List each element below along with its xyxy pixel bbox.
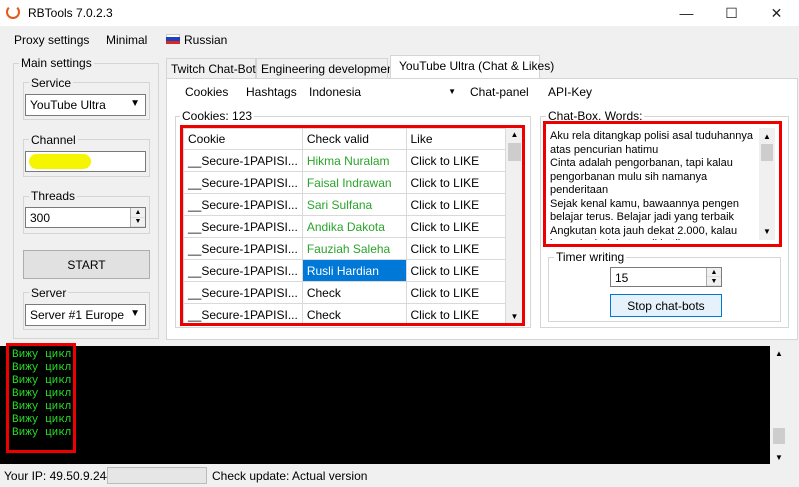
scroll-thumb[interactable] <box>773 428 785 444</box>
country-value: Indonesia <box>309 85 362 99</box>
chevron-down-icon: ▼ <box>448 87 456 96</box>
subtab-api-key[interactable]: API-Key <box>548 85 592 99</box>
subtab-hashtags[interactable]: Hashtags <box>246 85 297 99</box>
stop-chat-bots-button[interactable]: Stop chat-bots <box>610 294 722 317</box>
minimize-button[interactable]: — <box>664 0 709 26</box>
menu-language[interactable]: Russian <box>184 33 227 47</box>
menu-bar: Proxy settings Minimal Russian <box>0 28 799 52</box>
service-value: YouTube Ultra <box>30 98 106 112</box>
threads-spinner[interactable]: ▲ ▼ <box>130 208 145 227</box>
chevron-down-icon: ▼ <box>130 98 140 109</box>
cookies-highlight-box <box>180 125 525 326</box>
spin-up-icon[interactable]: ▲ <box>707 268 721 277</box>
scroll-up-icon[interactable]: ▲ <box>770 349 788 358</box>
subtab-chat-panel[interactable]: Chat-panel <box>470 85 529 99</box>
status-progress-bar <box>107 467 207 484</box>
status-bar: Your IP: 49.50.9.244 Check update: Actua… <box>0 465 799 487</box>
tab-youtube-ultra[interactable]: YouTube Ultra (Chat & Likes) <box>390 55 554 78</box>
console-output: Вижу цикл Вижу цикл Вижу цикл Вижу цикл Вижу… <box>0 346 788 464</box>
tab-engineering-development[interactable]: Engineering development <box>256 58 397 78</box>
threads-input[interactable]: 300 ▲ ▼ <box>25 207 146 228</box>
service-select[interactable]: YouTube Ultra ▼ <box>25 94 146 116</box>
cookies-title: Cookies: 123 <box>180 109 255 123</box>
chatbox-highlight-box <box>543 121 782 247</box>
timer-spinner[interactable]: ▲ ▼ <box>706 268 721 286</box>
channel-input[interactable] <box>25 151 146 172</box>
server-label: Server <box>29 286 69 300</box>
spin-up-icon[interactable]: ▲ <box>131 208 145 218</box>
russian-flag-icon <box>166 34 180 44</box>
chevron-down-icon: ▼ <box>130 308 140 319</box>
console-highlight-box <box>6 343 76 453</box>
service-label: Service <box>29 76 74 90</box>
server-value: Server #1 Europe <box>30 308 125 322</box>
subtab-cookies[interactable]: Cookies <box>185 85 228 99</box>
app-logo-icon <box>6 5 20 19</box>
channel-redaction-mark <box>29 154 91 169</box>
tab-twitch-chat-bots[interactable]: Twitch Chat-Bots <box>166 58 262 78</box>
country-select[interactable]: Indonesia ▼ <box>305 82 461 103</box>
spin-down-icon[interactable]: ▼ <box>131 218 145 227</box>
timer-value: 15 <box>615 271 629 285</box>
window-title: RBTools 7.0.2.3 <box>28 6 113 20</box>
scroll-down-icon[interactable]: ▼ <box>770 453 788 462</box>
start-button[interactable]: START <box>23 250 150 279</box>
threads-label: Threads <box>29 189 78 203</box>
main-settings-title: Main settings <box>19 56 94 70</box>
spin-down-icon[interactable]: ▼ <box>707 277 721 286</box>
status-ip: Your IP: 49.50.9.244 <box>4 469 113 483</box>
maximize-button[interactable]: ☐ <box>709 0 754 26</box>
timer-input[interactable]: 15 ▲ ▼ <box>610 267 722 287</box>
menu-proxy-settings[interactable]: Proxy settings <box>14 33 89 47</box>
channel-label: Channel <box>29 133 78 147</box>
timer-label: Timer writing <box>554 250 627 264</box>
title-bar: RBTools 7.0.2.3 — ☐ ✕ <box>0 0 799 26</box>
console-scrollbar[interactable]: ▲ ▼ <box>770 346 788 464</box>
menu-minimal[interactable]: Minimal <box>106 33 147 47</box>
close-button[interactable]: ✕ <box>754 0 799 26</box>
threads-value: 300 <box>30 211 51 225</box>
status-update: Check update: Actual version <box>212 469 368 483</box>
server-select[interactable]: Server #1 Europe ▼ <box>25 304 146 326</box>
